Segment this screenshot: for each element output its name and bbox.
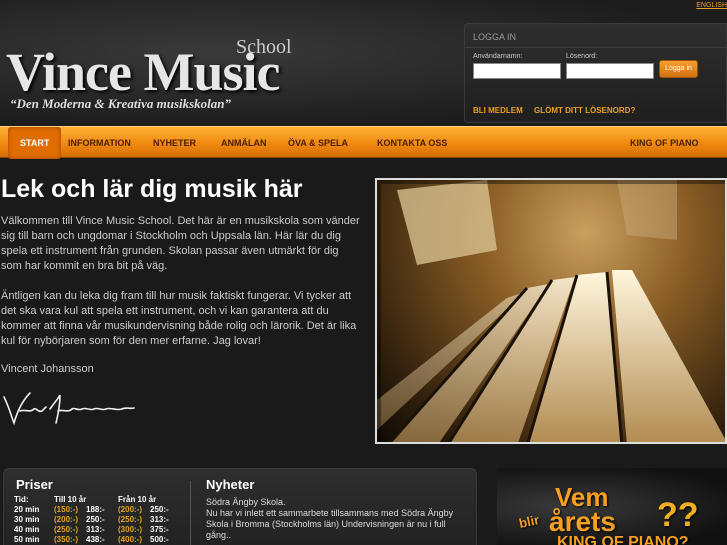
- info-panel: Priser Tid: Till 10 år Från 10 år 20 min…: [3, 468, 477, 545]
- login-title: LOGGA IN: [473, 32, 517, 42]
- price-row-over10: 250:-: [150, 505, 169, 514]
- login-button[interactable]: Logga in: [659, 60, 698, 78]
- logo-tagline: “Den Moderna & Kreativa musikskolan”: [10, 96, 232, 111]
- login-divider: [465, 47, 726, 48]
- main-navigation: START INFORMATION NYHETER ANMÄLAN ÖVA & …: [0, 126, 727, 159]
- price-row-under10-paren: (350:-): [54, 535, 79, 544]
- password-input[interactable]: [566, 63, 654, 79]
- site-logo[interactable]: School Vince Music “Den Moderna & Kreati…: [6, 36, 346, 118]
- price-row-over10-paren: (200:-): [118, 505, 143, 514]
- price-row-over10: 313:-: [150, 515, 169, 524]
- username-input[interactable]: [473, 63, 561, 79]
- price-row-under10: 188:-: [86, 505, 105, 514]
- price-row-over10: 375:-: [150, 525, 169, 534]
- nav-item-contact[interactable]: KONTAKTA OSS: [377, 127, 447, 159]
- price-row-over10-paren: (250:-): [118, 515, 143, 524]
- king-of-piano-banner[interactable]: Vem blir årets KING OF PIANO? ??: [497, 468, 727, 545]
- login-panel: LOGGA IN Användarnamn: Lösenord: Logga i…: [464, 23, 727, 123]
- price-row-under10-paren: (250:-): [54, 525, 79, 534]
- price-row-time: 40 min: [14, 525, 40, 534]
- piano-keys-illustration: [377, 180, 725, 442]
- price-row-time: 50 min: [14, 535, 40, 544]
- news-title: Nyheter: [206, 477, 255, 492]
- price-row-over10-paren: (400:-): [118, 535, 143, 544]
- price-row-time: 20 min: [14, 505, 40, 514]
- author-name: Vincent Johansson: [1, 363, 94, 375]
- price-row-under10: 438:-: [86, 535, 105, 544]
- become-member-link[interactable]: BLI MEDLEM: [473, 106, 523, 115]
- nav-item-news[interactable]: NYHETER: [153, 127, 196, 159]
- nav-item-practice-play[interactable]: ÖVA & SPELA: [288, 127, 348, 159]
- news-item[interactable]: Södra Ängby Skola. Nu har vi inlett ett …: [206, 497, 466, 541]
- news-body: Nu har vi inlett ett sammarbete tillsamm…: [206, 508, 454, 540]
- price-row-time: 30 min: [14, 515, 40, 524]
- english-language-link[interactable]: ENGLISH: [696, 2, 727, 9]
- nav-item-registration[interactable]: ANMÄLAN: [221, 127, 267, 159]
- nav-item-information[interactable]: INFORMATION: [68, 127, 131, 159]
- prices-title: Priser: [16, 477, 53, 492]
- news-headline: Södra Ängby Skola.: [206, 497, 286, 507]
- price-header-under10: Till 10 år: [54, 495, 87, 504]
- piano-hero-image: [375, 178, 727, 444]
- intro-paragraph: Välkommen till Vince Music School. Det h…: [1, 215, 360, 272]
- nav-item-king-of-piano[interactable]: KING OF PIANO: [630, 127, 699, 159]
- price-row-under10-paren: (200:-): [54, 515, 79, 524]
- second-paragraph: Äntligen kan du leka dig fram till hur m…: [1, 290, 357, 347]
- ad-line-king: KING OF PIANO?: [557, 534, 689, 545]
- price-row-under10: 250:-: [86, 515, 105, 524]
- nav-item-start[interactable]: START: [8, 127, 62, 159]
- forgot-password-link[interactable]: GLÖMT DITT LÖSENORD?: [534, 106, 635, 115]
- price-row-over10-paren: (300:-): [118, 525, 143, 534]
- username-label: Användarnamn:: [473, 53, 523, 60]
- ad-question-marks: ??: [657, 496, 699, 534]
- logo-name-text: Vince Music: [6, 42, 280, 102]
- price-header-time: Tid:: [14, 495, 29, 504]
- ad-line-blir: blir: [517, 512, 541, 531]
- price-row-over10: 500:-: [150, 535, 169, 544]
- password-label: Lösenord:: [566, 53, 598, 60]
- price-row-under10-paren: (150:-): [54, 505, 79, 514]
- signature-image: [3, 392, 135, 426]
- price-header-over10: Från 10 år: [118, 495, 157, 504]
- price-row-under10: 313:-: [86, 525, 105, 534]
- page-title: Lek och lär dig musik här: [1, 175, 303, 203]
- panel-divider: [190, 481, 191, 545]
